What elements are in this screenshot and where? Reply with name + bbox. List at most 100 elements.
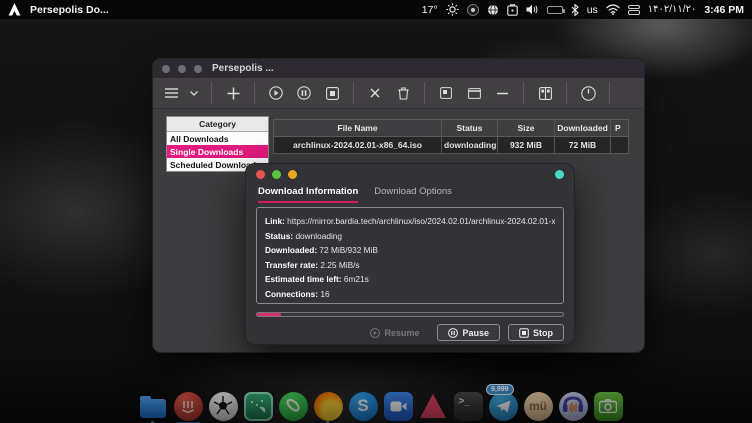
- dialog-close-button[interactable]: [256, 170, 265, 179]
- toolbar-separator: [566, 82, 567, 104]
- info-link: Link: https://mirror.bardia.tech/archlin…: [265, 214, 555, 229]
- globe-icon[interactable]: [487, 4, 499, 16]
- date-label[interactable]: ۱۴۰۲/۱۱/۲۰: [648, 4, 697, 15]
- dialog-titlebar[interactable]: [246, 164, 574, 184]
- caret-down-icon[interactable]: [190, 84, 199, 102]
- stop-button[interactable]: Stop: [508, 324, 564, 341]
- info-transfer-rate: Transfer rate: 2.25 MiB/s: [265, 258, 555, 273]
- dock-arch-triangle[interactable]: [418, 391, 448, 421]
- add-download-button[interactable]: [224, 84, 242, 102]
- progress-fill: [257, 313, 281, 316]
- clock-icon[interactable]: [579, 84, 597, 102]
- dock-skype[interactable]: S: [348, 391, 378, 421]
- dock-files-folder[interactable]: [138, 391, 168, 421]
- sidebar-item-single-downloads[interactable]: Single Downloads: [167, 145, 268, 158]
- stage-manager-icon[interactable]: [628, 5, 640, 15]
- table-row[interactable]: archlinux-2024.02.01-x86_64.iso download…: [274, 137, 628, 153]
- cell-size[interactable]: 932 MiB: [498, 137, 555, 153]
- whatsapp-icon: [279, 392, 308, 421]
- pause-download-button[interactable]: [295, 84, 313, 102]
- box-icon[interactable]: [507, 4, 518, 16]
- time-label[interactable]: 3:46 PM: [704, 4, 744, 16]
- dock-firefox[interactable]: [313, 391, 343, 421]
- main-window-title: Persepolis ...: [212, 63, 274, 74]
- queue-icon[interactable]: [536, 84, 554, 102]
- mu-icon: mü: [524, 392, 553, 421]
- minus-icon[interactable]: [493, 84, 511, 102]
- dock-audacity[interactable]: [558, 391, 588, 421]
- volume-icon[interactable]: [526, 4, 539, 15]
- col-size[interactable]: Size: [498, 120, 555, 136]
- notification-badge: 9,999: [486, 384, 514, 395]
- wifi-icon[interactable]: [606, 4, 620, 15]
- col-status[interactable]: Status: [442, 120, 498, 136]
- properties-icon[interactable]: [437, 84, 455, 102]
- remove-x-icon[interactable]: [366, 84, 384, 102]
- toolbar-separator: [424, 82, 425, 104]
- resume-button: Resume: [360, 325, 429, 340]
- zoom-window-button[interactable]: [194, 65, 202, 73]
- cell-progress[interactable]: [611, 137, 628, 153]
- telegram-icon: [489, 392, 518, 421]
- dock-whatsapp[interactable]: [278, 391, 308, 421]
- info-transfer-rate-label: Transfer rate:: [265, 260, 318, 270]
- col-downloaded[interactable]: Downloaded: [555, 120, 611, 136]
- download-progress-dialog: Download Information Download Options Li…: [245, 163, 575, 345]
- close-window-button[interactable]: [162, 65, 170, 73]
- dock-soccer-app[interactable]: [208, 391, 238, 421]
- table-header-row: File Name Status Size Downloaded P: [274, 120, 628, 137]
- dock-video-editor[interactable]: [243, 391, 273, 421]
- info-status: Status: downloading: [265, 229, 555, 244]
- menubar-app-name[interactable]: Persepolis Do...: [30, 4, 109, 16]
- dialog-zoom-button[interactable]: [272, 170, 281, 179]
- dialog-buttons: Resume Pause Stop: [246, 317, 574, 341]
- film-editor-icon: [244, 392, 273, 421]
- trash-icon[interactable]: [394, 84, 412, 102]
- download-info-box: Link: https://mirror.bardia.tech/archlin…: [256, 207, 564, 304]
- col-file-name[interactable]: File Name: [274, 120, 442, 136]
- minimize-window-button[interactable]: [178, 65, 186, 73]
- tab-download-options[interactable]: Download Options: [374, 186, 452, 203]
- firefox-icon: [314, 392, 343, 421]
- dialog-tabs: Download Information Download Options: [246, 184, 574, 203]
- sidebar-item-all-downloads[interactable]: All Downloads: [167, 132, 268, 145]
- dock-video-call[interactable]: [383, 391, 413, 421]
- info-link-label: Link:: [265, 216, 285, 226]
- dark-circle-icon[interactable]: [467, 4, 479, 16]
- sun-icon[interactable]: [446, 3, 459, 16]
- dialog-minimize-button[interactable]: [288, 170, 297, 179]
- col-progress[interactable]: P: [611, 120, 628, 136]
- dock-persepolis[interactable]: [173, 391, 203, 421]
- cell-file-name[interactable]: archlinux-2024.02.01-x86_64.iso: [274, 137, 442, 153]
- dock-terminal[interactable]: >_: [453, 391, 483, 421]
- arch-logo-icon: [8, 3, 21, 16]
- toolbar-separator: [353, 82, 354, 104]
- menu-icon[interactable]: [162, 84, 180, 102]
- pause-button[interactable]: Pause: [437, 324, 500, 341]
- info-downloaded-label: Downloaded:: [265, 245, 317, 255]
- dock-camera[interactable]: [593, 391, 623, 421]
- info-connections-label: Connections:: [265, 289, 318, 299]
- info-connections: Connections: 16: [265, 287, 555, 302]
- keyboard-layout-label[interactable]: us: [587, 4, 598, 16]
- dock: S >_ 9,999 mü: [138, 391, 623, 421]
- audacity-icon: [559, 392, 588, 421]
- main-window-titlebar[interactable]: Persepolis ...: [153, 59, 644, 78]
- dock-telegram[interactable]: 9,999: [488, 391, 518, 421]
- bluetooth-icon[interactable]: [571, 4, 579, 16]
- downloads-table: File Name Status Size Downloaded P archl…: [273, 119, 629, 154]
- dock-mu-music[interactable]: mü: [523, 391, 553, 421]
- teal-dot-icon: [555, 170, 564, 179]
- info-estimated-time-label: Estimated time left:: [265, 274, 342, 284]
- stop-download-button[interactable]: [323, 84, 341, 102]
- category-header: Category: [167, 117, 268, 132]
- battery-icon[interactable]: [547, 6, 563, 14]
- soccer-ball-icon: [209, 392, 238, 421]
- progress-window-icon[interactable]: [465, 84, 483, 102]
- toolbar-separator: [523, 82, 524, 104]
- cell-downloaded[interactable]: 72 MiB: [555, 137, 611, 153]
- tab-download-information[interactable]: Download Information: [258, 186, 358, 203]
- info-downloaded: Downloaded: 72 MiB/932 MiB: [265, 243, 555, 258]
- cell-status[interactable]: downloading: [442, 137, 498, 153]
- resume-download-button[interactable]: [267, 84, 285, 102]
